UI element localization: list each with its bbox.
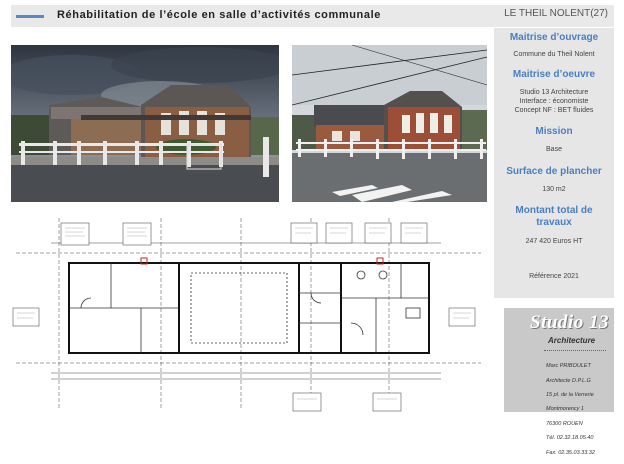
logo-divider xyxy=(544,350,606,351)
maitrise-oeuvre-line-2: Interface : économiste xyxy=(519,98,589,105)
montant-heading-line-1: Montant total de xyxy=(515,205,593,216)
reference-label: Référence 2021 xyxy=(529,273,579,280)
contact-line: 76300 ROUEN xyxy=(546,420,583,427)
mission-heading: Mission xyxy=(535,126,573,137)
logo-subtitle: Architecture xyxy=(548,336,596,345)
contact-info: Marc PRIBOULET Architecte D.P.L.G 15 pl.… xyxy=(546,356,612,464)
header-accent-bar xyxy=(16,15,44,18)
floor-plan-drawing xyxy=(11,213,487,413)
contact-line: Tél. 02.32.18.05.40 xyxy=(546,435,594,442)
maitrise-oeuvre-line-1: Studio 13 Architecture xyxy=(519,89,589,96)
studio13-logo-card: Studio 13 Architecture Marc PRIBOULET Ar… xyxy=(504,308,614,456)
maitrise-ouvrage-heading: Maitrise d’ouvrage xyxy=(509,32,599,43)
maitrise-oeuvre-line-3: Concept NF : BET fluides xyxy=(514,107,594,114)
contact-line: Montmorency 1 xyxy=(546,406,584,413)
header-bar: Réhabilitation de l’école en salle d’act… xyxy=(11,5,614,27)
contact-line: Marc PRIBOULET xyxy=(546,363,591,370)
surface-heading: Surface de plancher xyxy=(506,166,602,177)
montant-value: 247 420 Euros HT xyxy=(525,238,583,245)
contact-line: Fax. 02.35.03.33.32 xyxy=(546,449,595,456)
contact-line: Architecte D.P.L.G xyxy=(546,377,591,384)
surface-value: 130 m2 xyxy=(542,186,566,193)
location-label: LE THEIL NOLENT(27) xyxy=(504,8,608,19)
maitrise-ouvrage-value: Commune du Theil Nolent xyxy=(513,51,595,58)
project-info-panel: Maitrise d’ouvrage Commune du Theil Nole… xyxy=(494,28,614,298)
studio13-logo: Studio 13 xyxy=(530,312,609,333)
mission-value: Base xyxy=(546,146,562,153)
page-title: Réhabilitation de l’école en salle d’act… xyxy=(57,9,381,21)
montant-heading-line-2: travaux xyxy=(536,217,572,228)
maitrise-oeuvre-heading: Maitrise d’oeuvre xyxy=(512,69,596,80)
contact-line: 15 pl. de la Verrerie xyxy=(546,392,594,399)
photo-after-renovation xyxy=(11,45,279,202)
photo-before-renovation xyxy=(292,45,487,202)
